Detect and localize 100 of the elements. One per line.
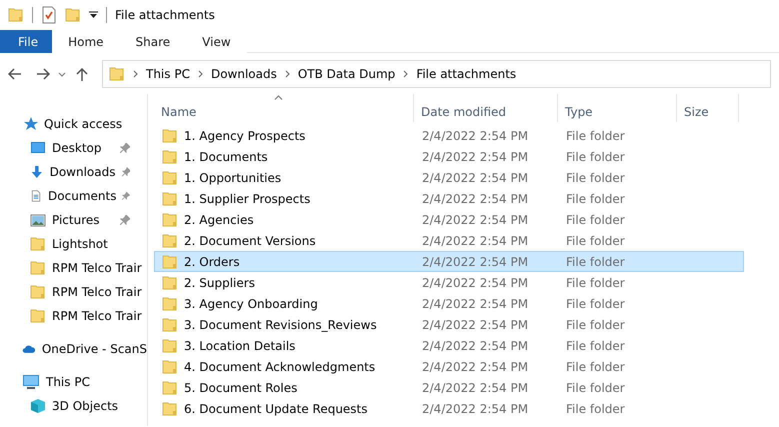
folder-icon — [162, 128, 178, 144]
breadcrumb[interactable]: OTB Data Dump — [298, 64, 396, 82]
file-name: 3. Agency Onboarding — [184, 296, 318, 312]
date-modified: 2/4/2022 2:54 PM — [422, 150, 528, 164]
folder-icon — [30, 284, 46, 300]
sidebar-item[interactable]: 3D Objects — [52, 397, 118, 415]
file-name: 2. Document Versions — [184, 232, 316, 250]
folder-icon — [162, 148, 178, 164]
folder-icon — [162, 338, 178, 354]
file-type: File folder — [566, 360, 625, 374]
file-row[interactable]: 1. Opportunities 2/4/2022 2:54 PM File folder — [154, 167, 744, 188]
file-row[interactable]: 2. Document Versions 2/4/2022 2:54 PM File folder — [154, 230, 744, 251]
document-icon — [30, 188, 42, 204]
sidebar-item[interactable]: Downloads — [50, 163, 116, 181]
forward-button[interactable] — [36, 67, 50, 80]
monitor-icon — [30, 140, 46, 156]
file-name: 2. Agencies — [184, 212, 254, 228]
file-type: File folder — [566, 254, 625, 268]
file-type: File folder — [566, 338, 625, 352]
file-row[interactable]: 6. Document Update Requests 2/4/2022 2:54 PM File folder — [154, 398, 744, 419]
file-type: File folder — [566, 380, 625, 394]
folder-icon — [162, 296, 178, 312]
back-button[interactable] — [8, 67, 22, 80]
folder-icon — [162, 380, 178, 396]
column-header[interactable]: Type — [558, 94, 677, 122]
breadcrumb[interactable]: File attachments — [416, 64, 516, 82]
file-type: File folder — [566, 212, 625, 226]
file-name: 2. Suppliers — [184, 274, 255, 292]
file-type: File folder — [566, 170, 625, 184]
date-modified: 2/4/2022 2:54 PM — [422, 318, 528, 332]
date-modified: 2/4/2022 2:54 PM — [422, 254, 528, 268]
file-name: 2. Orders — [184, 254, 240, 270]
date-modified: 2/4/2022 2:54 PM — [422, 402, 528, 416]
file-type: File folder — [566, 296, 625, 310]
picture-icon — [30, 212, 46, 228]
checklist-icon — [41, 6, 57, 24]
sidebar-item[interactable]: This PC — [46, 373, 90, 391]
folder-icon — [109, 66, 125, 82]
file-name: 1. Supplier Prospects — [184, 190, 310, 208]
file-row[interactable]: 4. Document Acknowledgments 2/4/2022 2:54 PM File folder — [154, 356, 744, 377]
window-title: File attachments — [115, 7, 215, 24]
file-type: File folder — [566, 276, 625, 290]
file-name: 5. Document Roles — [184, 380, 298, 396]
column-header[interactable]: Size — [677, 94, 739, 122]
file-row[interactable]: 1. Agency Prospects 2/4/2022 2:54 PM File folder — [154, 125, 744, 146]
breadcrumb[interactable]: Downloads — [210, 64, 277, 82]
folder-icon — [162, 358, 178, 374]
sidebar-item[interactable]: RPM Telco Trair — [52, 283, 142, 301]
folder-icon — [8, 7, 24, 23]
folder-icon — [162, 190, 178, 206]
chevron-icon — [133, 70, 138, 78]
sidebar-item[interactable]: Desktop — [52, 139, 102, 157]
folder-icon — [30, 236, 46, 252]
breadcrumb[interactable]: This PC — [146, 64, 190, 82]
column-header[interactable]: Date modified — [414, 94, 558, 122]
folder-icon — [162, 316, 178, 332]
file-type: File folder — [566, 128, 625, 142]
up-button[interactable] — [76, 66, 88, 80]
sidebar-item[interactable]: OneDrive - ScanS — [42, 340, 147, 358]
folder-icon — [162, 254, 178, 270]
ribbon-tab[interactable]: File — [0, 30, 52, 53]
column-header[interactable]: Name — [154, 94, 414, 122]
file-name: 1. Opportunities — [184, 170, 282, 186]
file-row[interactable]: 2. Suppliers 2/4/2022 2:54 PM File folder — [154, 272, 744, 293]
file-row[interactable]: 3. Agency Onboarding 2/4/2022 2:54 PM File folder — [154, 293, 744, 314]
file-row[interactable]: 3. Document Revisions_Reviews 2/4/2022 2:54 PM File folder — [154, 314, 744, 335]
date-modified: 2/4/2022 2:54 PM — [422, 170, 528, 184]
file-row[interactable]: 1. Documents 2/4/2022 2:54 PM File folder — [154, 146, 744, 167]
file-name: 4. Document Acknowledgments — [184, 358, 376, 376]
address-bar[interactable]: This PC Downloads OTB Data Dump File attachments — [102, 60, 771, 88]
folder-icon — [162, 170, 178, 186]
sidebar-item[interactable]: RPM Telco Trair — [52, 259, 142, 277]
date-modified: 2/4/2022 2:54 PM — [422, 338, 528, 352]
file-row[interactable]: 5. Document Roles 2/4/2022 2:54 PM File folder — [154, 377, 744, 398]
date-modified: 2/4/2022 2:54 PM — [422, 360, 528, 374]
sidebar-item[interactable]: Lightshot — [52, 235, 108, 253]
folder-icon — [162, 212, 178, 228]
file-row[interactable]: 2. Orders 2/4/2022 2:54 PM File folder — [154, 251, 744, 272]
date-modified: 2/4/2022 2:54 PM — [422, 380, 528, 394]
chevron-icon — [198, 70, 203, 78]
sidebar-item[interactable]: Pictures — [52, 211, 100, 229]
file-row[interactable]: 1. Supplier Prospects 2/4/2022 2:54 PM File folder — [154, 188, 744, 209]
file-row[interactable]: 2. Agencies 2/4/2022 2:54 PM File folder — [154, 209, 744, 230]
sidebar-item[interactable]: RPM Telco Trair — [52, 307, 142, 325]
sidebar-item[interactable]: Quick access — [44, 115, 122, 133]
file-type: File folder — [566, 402, 625, 416]
file-name: 6. Document Update Requests — [184, 400, 368, 418]
date-modified: 2/4/2022 2:54 PM — [422, 128, 528, 142]
down-arrow-icon — [30, 164, 44, 180]
file-row[interactable]: 3. Location Details 2/4/2022 2:54 PM File folder — [154, 335, 744, 356]
file-type: File folder — [566, 192, 625, 206]
file-type: File folder — [566, 234, 625, 248]
dropdown-icon[interactable] — [89, 11, 98, 19]
folder-icon — [30, 308, 46, 324]
sidebar-item[interactable]: Documents — [48, 187, 116, 205]
file-name: 1. Documents — [184, 148, 268, 166]
folder-icon — [65, 7, 81, 23]
date-modified: 2/4/2022 2:54 PM — [422, 234, 528, 248]
folder-icon — [162, 400, 178, 416]
star-icon — [22, 116, 38, 132]
